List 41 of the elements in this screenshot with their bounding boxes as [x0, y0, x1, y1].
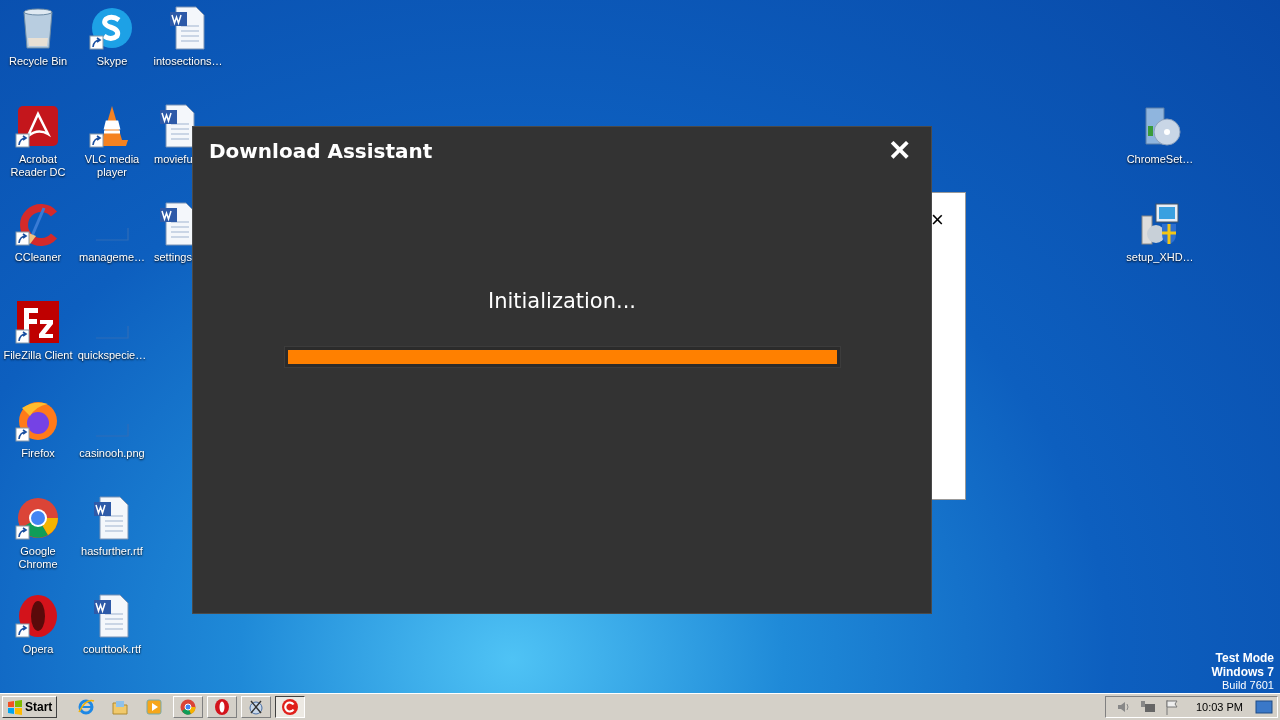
icon-label: hasfurther.rtf [81, 545, 143, 558]
icon-label: VLC media player [83, 153, 141, 179]
taskbar-button[interactable] [275, 696, 306, 718]
fz-logo-icon[interactable] [14, 298, 62, 346]
window-title: Download Assistant [209, 139, 433, 163]
app-icon [281, 698, 300, 716]
start-button[interactable]: Start [2, 696, 58, 718]
icon-label: Skype [96, 55, 128, 68]
icon-label: Firefox [21, 447, 55, 460]
network-icon[interactable] [1139, 699, 1156, 715]
icon-label: quickspecie… [77, 349, 147, 362]
monitor-icon[interactable] [1255, 699, 1273, 715]
icon-label: moviefu [154, 153, 193, 166]
windows-logo-icon [7, 699, 23, 715]
icon-label: casinooh.png [79, 447, 145, 460]
icon-label: manageme… [78, 251, 145, 264]
icon-label: Acrobat Reader DC [9, 153, 67, 179]
icon-label: Recycle Bin [8, 55, 68, 68]
clock[interactable]: 10:03 PM [1195, 701, 1243, 713]
close-button[interactable]: ✕ [884, 135, 915, 167]
folder-icon [111, 698, 130, 716]
chrome-icon [179, 698, 198, 716]
icon-label: setup_XHD… [1126, 251, 1194, 264]
icon-label: courttook.rtf [82, 643, 142, 656]
icon-label: ChromeSet… [1126, 153, 1194, 166]
icon-label: settings [154, 251, 192, 264]
os-watermark-text: Test Mode [1215, 651, 1274, 665]
icon-label: intosections… [153, 55, 223, 68]
browser-icon [77, 698, 96, 716]
tool-icon [247, 698, 266, 716]
os-watermark-text: Build 7601 [1222, 679, 1274, 692]
icon-label: Opera [22, 643, 54, 656]
icon-label: FileZilla Client [3, 349, 73, 362]
opera-icon [213, 698, 232, 716]
status-message: Initialization... [487, 289, 637, 313]
icon-label: Google Chrome [17, 545, 59, 571]
close-button[interactable]: × [931, 209, 944, 231]
icon-label: CCleaner [14, 251, 62, 264]
flag-icon[interactable] [1163, 699, 1180, 715]
os-watermark-text: Windows 7 [1211, 665, 1274, 679]
play-icon [145, 698, 164, 716]
